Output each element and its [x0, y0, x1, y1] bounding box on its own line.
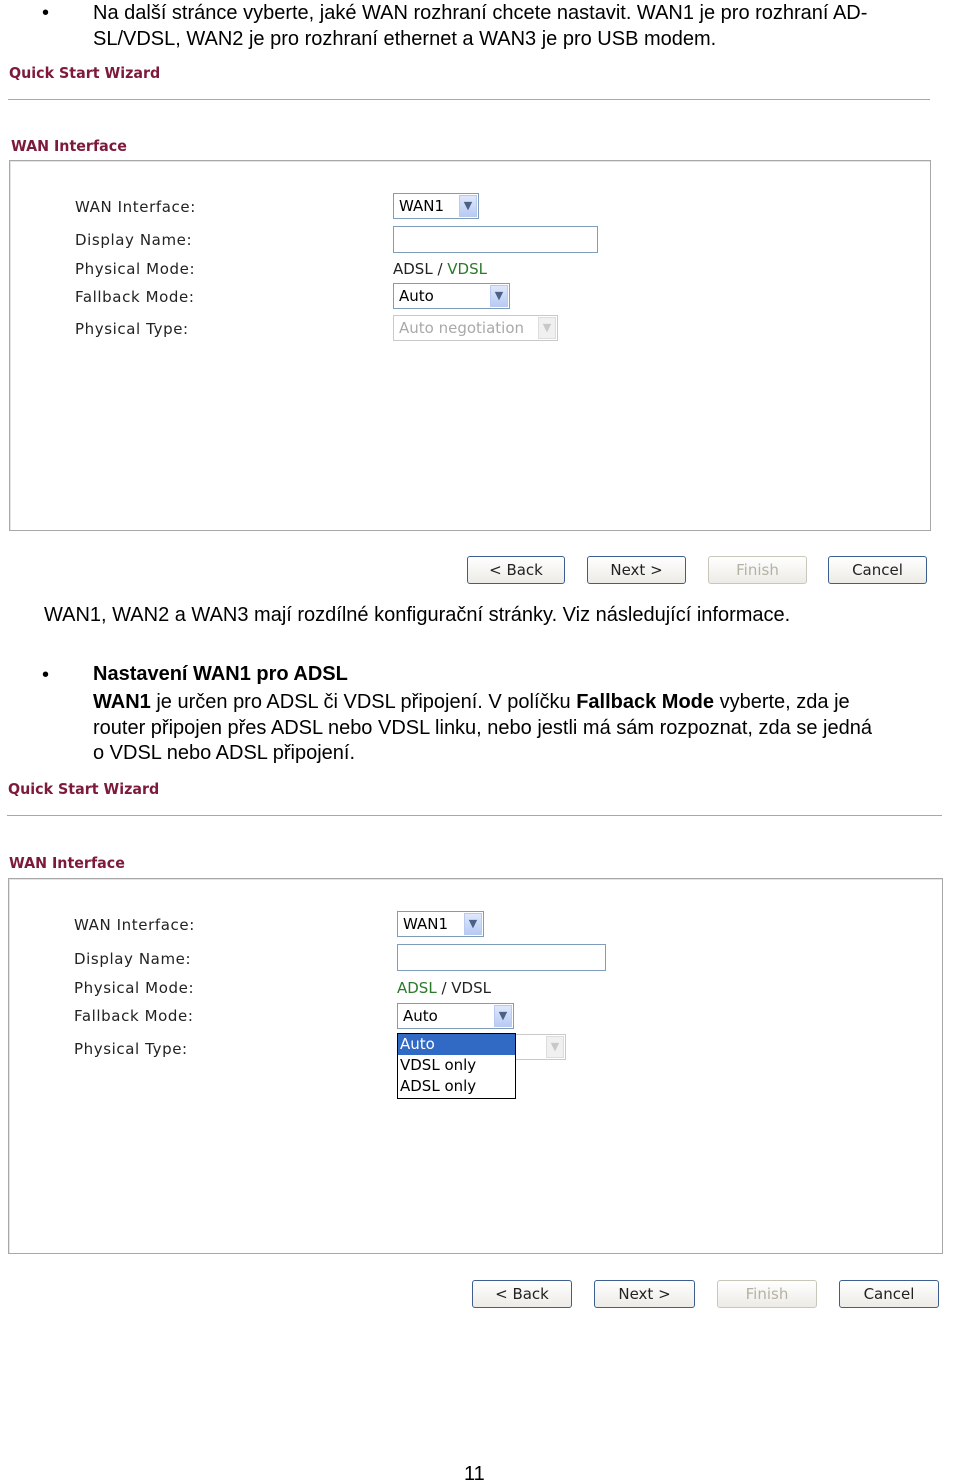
- chevron-down-icon: ▼: [546, 1036, 564, 1058]
- section-heading: Nastavení WAN1 pro ADSL: [93, 663, 348, 685]
- fallback-mode-dropdown-list: Auto VDSL only ADSL only: [397, 1033, 516, 1099]
- section-line-1: WAN1 je určen pro ADSL či VDSL připojení…: [93, 690, 850, 716]
- back-button[interactable]: < Back: [472, 1280, 572, 1308]
- physical-type-select: Auto negotiation ▼: [393, 315, 558, 341]
- page-number: 11: [464, 1463, 485, 1484]
- wizard-title: Quick Start Wizard: [9, 64, 161, 82]
- section-line-2: router připojen přes ADSL nebo VDSL link…: [93, 717, 872, 739]
- text: je určen pro ADSL či VDSL připojení. V p…: [150, 691, 577, 713]
- label-wan-interface: WAN Interface:: [75, 198, 196, 216]
- label-fallback-mode: Fallback Mode:: [75, 288, 195, 306]
- label-display-name: Display Name:: [75, 231, 193, 249]
- label-physical-mode: Physical Mode:: [75, 260, 196, 278]
- label-physical-type: Physical Type:: [74, 1040, 188, 1058]
- selected-value: WAN1: [403, 915, 449, 933]
- mode-adsl-active: ADSL: [397, 979, 437, 997]
- mode-separator: /: [432, 260, 448, 278]
- label-display-name: Display Name:: [74, 950, 192, 968]
- chevron-down-icon: ▼: [494, 1005, 512, 1027]
- physical-mode-value: ADSL / VDSL: [393, 260, 487, 278]
- cancel-button[interactable]: Cancel: [839, 1280, 939, 1308]
- label-fallback-mode: Fallback Mode:: [74, 1007, 194, 1025]
- next-button[interactable]: Next >: [594, 1280, 695, 1308]
- bold-term: Fallback Mode: [576, 691, 715, 713]
- display-name-input[interactable]: [397, 944, 606, 971]
- cancel-button[interactable]: Cancel: [828, 556, 927, 584]
- section-title: WAN Interface: [9, 854, 125, 872]
- section-title: WAN Interface: [11, 137, 127, 155]
- intro-line-2: SL/VDSL, WAN2 je pro rozhraní ethernet a…: [93, 28, 717, 50]
- mode-vdsl-active: VDSL: [447, 260, 487, 278]
- intro-line-1: Na další stránce vyberte, jaké WAN rozhr…: [93, 2, 868, 24]
- finish-button: Finish: [708, 556, 807, 584]
- wizard-title: Quick Start Wizard: [8, 780, 160, 798]
- label-wan-interface: WAN Interface:: [74, 916, 195, 934]
- divider: [8, 99, 930, 100]
- wan-interface-select[interactable]: WAN1 ▼: [393, 193, 479, 219]
- selected-value: Auto: [399, 287, 434, 305]
- document-page: • Na další stránce vyberte, jaké WAN roz…: [0, 0, 960, 1484]
- chevron-down-icon: ▼: [538, 317, 556, 339]
- paragraph: WAN1, WAN2 a WAN3 mají rozdílné konfigur…: [44, 604, 791, 626]
- back-button[interactable]: < Back: [467, 556, 565, 584]
- mode-separator: /: [436, 979, 452, 997]
- divider: [7, 815, 942, 816]
- label-physical-type: Physical Type:: [75, 320, 189, 338]
- fallback-mode-select[interactable]: Auto ▼: [397, 1003, 514, 1029]
- section-line-3: o VDSL nebo ADSL připojení.: [93, 742, 356, 764]
- mode-adsl: ADSL: [393, 260, 433, 278]
- option-adsl-only[interactable]: ADSL only: [398, 1076, 515, 1097]
- text: vyberte, zda je: [714, 691, 850, 713]
- wan-interface-select[interactable]: WAN1 ▼: [397, 911, 484, 937]
- physical-mode-value: ADSL / VDSL: [397, 979, 491, 997]
- option-auto[interactable]: Auto: [398, 1034, 515, 1055]
- bullet-icon: •: [42, 664, 50, 686]
- next-button[interactable]: Next >: [587, 556, 686, 584]
- option-vdsl-only[interactable]: VDSL only: [398, 1055, 515, 1076]
- chevron-down-icon: ▼: [490, 285, 508, 307]
- chevron-down-icon: ▼: [459, 195, 477, 217]
- display-name-input[interactable]: [393, 226, 598, 253]
- fallback-mode-select[interactable]: Auto ▼: [393, 283, 510, 309]
- mode-vdsl: VDSL: [451, 979, 491, 997]
- bullet-icon: •: [42, 2, 50, 24]
- selected-value: Auto negotiation: [399, 319, 525, 337]
- selected-value: WAN1: [399, 197, 445, 215]
- selected-value: Auto: [403, 1007, 438, 1025]
- bold-term: WAN1: [93, 691, 151, 713]
- chevron-down-icon: ▼: [464, 913, 482, 935]
- label-physical-mode: Physical Mode:: [74, 979, 195, 997]
- finish-button: Finish: [717, 1280, 817, 1308]
